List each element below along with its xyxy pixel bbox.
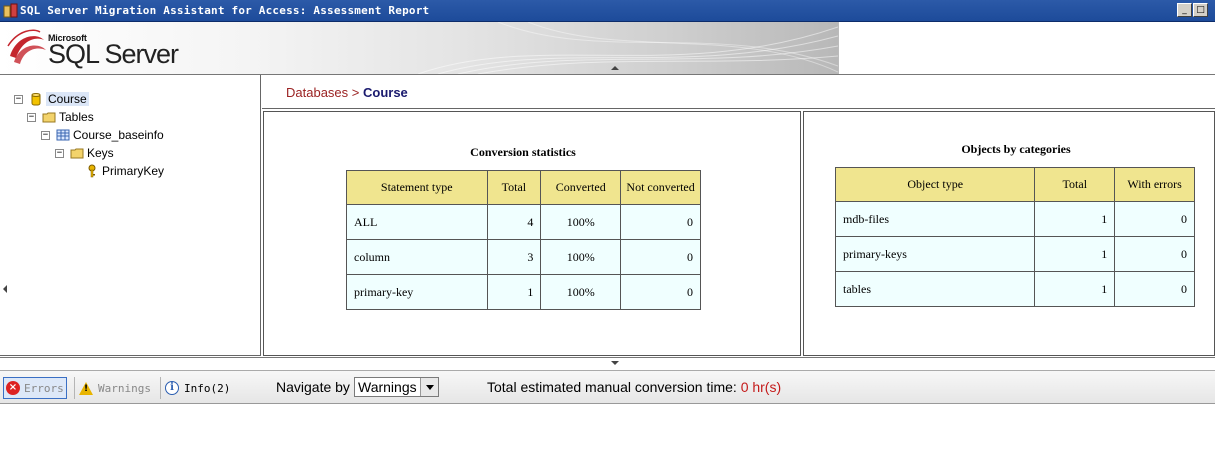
with-errors-cell: 0 [1114,271,1195,307]
estimated-time-label: Total estimated manual conversion time: [487,379,741,395]
error-icon: × [6,381,20,395]
collapse-banner-arrow-icon[interactable] [611,66,619,70]
sql-server-logo-icon [7,29,46,64]
column-header: Not converted [620,170,701,205]
tree-node-label: PrimaryKey [102,164,165,178]
converted-cell: 100% [540,274,622,310]
table-row: tables 1 0 [834,271,1195,307]
tree-node-label: Course [46,92,89,106]
object-tree: − Course − Tables − Course_baseinfo − Ke… [0,75,261,356]
table-row: primary-keys 1 0 [834,236,1195,272]
not-converted-cell: 0 [620,204,701,240]
messages-list-area[interactable] [0,405,1215,453]
tree-node-tables[interactable]: − Tables [27,109,94,125]
tree-node-label: Keys [87,146,114,160]
with-errors-cell: 0 [1114,201,1195,237]
info-label: Info(2) [184,381,231,395]
column-header: Statement type [346,170,488,205]
messages-toolbar: × Errors ! Warnings i Info(2) Navigate b… [0,370,1215,404]
tree-node-label: Tables [59,110,94,124]
estimated-time-value: 0 hr(s) [740,379,782,395]
chevron-down-icon[interactable] [420,378,438,396]
object-type-cell: tables [834,271,1036,307]
tree-node-keys[interactable]: − Keys [55,145,114,161]
folder-icon [42,112,56,123]
navigate-by-value: Warnings [358,379,417,395]
warnings-label: Warnings [98,381,151,395]
breadcrumb-current: Course [362,85,408,100]
column-header: Object type [834,167,1036,202]
table-icon [56,129,70,141]
warnings-tab-button[interactable]: ! Warnings [79,377,151,399]
conversion-statistics-pane: Conversion statistics Statement type Tot… [263,111,801,356]
column-header: Total [1034,167,1116,202]
collapse-icon[interactable]: − [27,112,36,122]
not-converted-cell: 0 [620,274,701,310]
breadcrumb-parent-link[interactable]: Databases [286,85,348,100]
table-row: column 3 100% 0 [346,239,701,275]
database-icon [31,93,41,106]
object-type-cell: mdb-files [834,201,1036,237]
table-row: ALL 4 100% 0 [346,204,701,240]
total-cell: 1 [486,274,542,310]
object-type-cell: primary-keys [834,236,1036,272]
table-row: primary-key 1 100% 0 [346,274,701,310]
total-cell: 1 [1034,236,1116,272]
conversion-statistics-title: Conversion statistics [470,145,576,159]
window-titlebar[interactable]: SQL Server Migration Assistant for Acces… [0,0,1215,22]
total-cell: 3 [486,239,542,275]
table-row: mdb-files 1 0 [834,201,1195,237]
minimize-button[interactable]: _ [1177,3,1192,17]
window-title: SQL Server Migration Assistant for Acces… [20,4,430,17]
info-tab-button[interactable]: i Info(2) [165,377,230,399]
tree-node-course[interactable]: − Course [14,91,89,107]
banner-wave-graphic [418,22,838,74]
splitter-line[interactable] [0,357,1215,358]
collapse-icon[interactable]: − [41,130,50,140]
statement-type-cell: ALL [346,204,488,240]
converted-cell: 100% [540,204,622,240]
warning-icon: ! [79,381,93,395]
folder-icon [70,148,84,159]
errors-label: Errors [24,381,64,395]
total-cell: 1 [1034,271,1116,307]
collapse-icon[interactable]: − [55,148,64,158]
objects-by-categories-table: Object type Total With errors mdb-files … [834,167,1195,307]
objects-by-categories-title: Objects by categories [961,142,1071,156]
estimated-time: Total estimated manual conversion time: … [487,379,781,395]
errors-tab-button[interactable]: × Errors [3,377,67,399]
navigate-by-select[interactable]: Warnings [354,377,439,397]
with-errors-cell: 0 [1114,236,1195,272]
breadcrumb-separator: > [348,85,363,100]
tree-node-course-baseinfo[interactable]: − Course_baseinfo [41,127,164,143]
column-header: With errors [1114,167,1195,202]
tree-node-label: Course_baseinfo [73,128,164,142]
total-cell: 1 [1034,201,1116,237]
breadcrumb: Databases > Course [262,75,1215,109]
column-header: Total [486,170,542,205]
maximize-button[interactable]: □ [1193,3,1208,17]
collapse-tree-arrow-icon[interactable] [3,285,7,293]
objects-by-categories-pane: Objects by categories Object type Total … [803,111,1215,356]
collapse-messages-arrow-icon[interactable] [611,361,619,365]
converted-cell: 100% [540,239,622,275]
toolbar-divider [160,377,161,399]
total-cell: 4 [486,204,542,240]
tree-node-primarykey[interactable]: PrimaryKey [85,163,164,179]
collapse-icon[interactable]: − [14,94,23,104]
statement-type-cell: column [346,239,488,275]
statement-type-cell: primary-key [346,274,488,310]
navigate-by-label: Navigate by [276,379,350,395]
header-banner: Microsoft SQL Server [0,22,838,74]
brand-sql-server: SQL Server [48,39,179,69]
banner-blank-area [838,22,1215,74]
not-converted-cell: 0 [620,239,701,275]
key-icon [88,164,96,178]
column-header: Converted [540,170,622,205]
conversion-statistics-table: Statement type Total Converted Not conve… [346,170,701,310]
info-icon: i [165,381,179,395]
app-icon [3,3,18,18]
toolbar-divider [74,377,75,399]
